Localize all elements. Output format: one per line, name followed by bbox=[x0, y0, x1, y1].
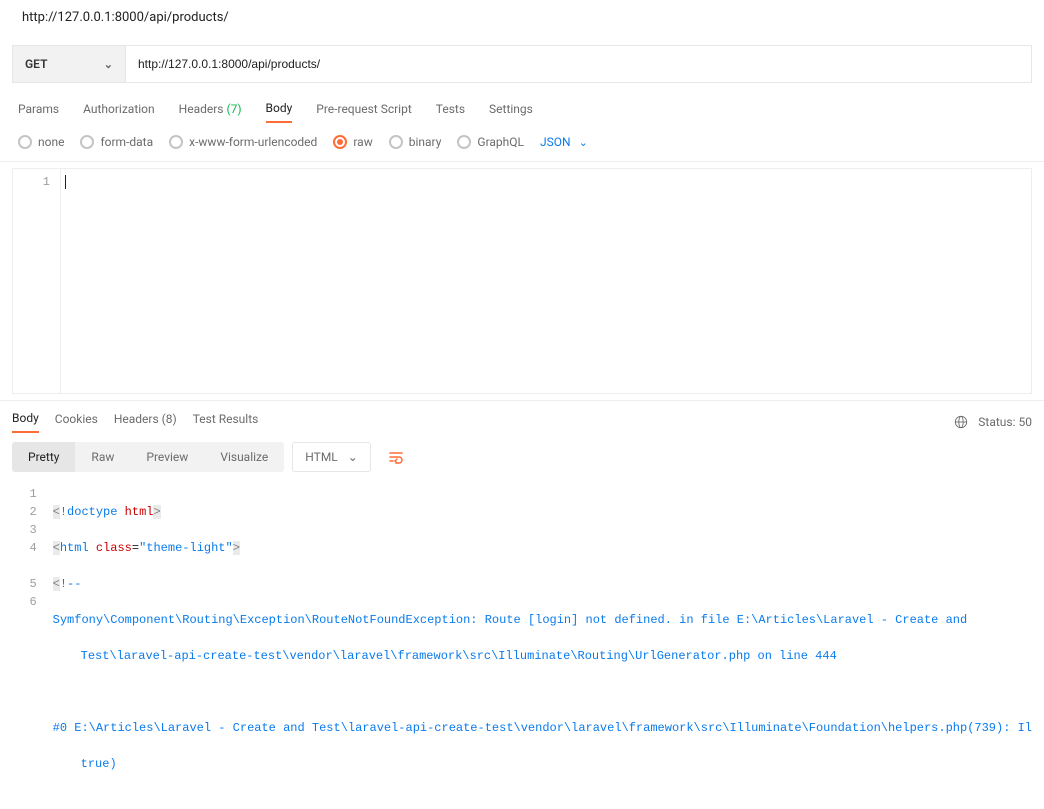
tab-body[interactable]: Body bbox=[266, 101, 293, 123]
radio-raw-label: raw bbox=[353, 135, 372, 149]
response-view-row: Pretty Raw Preview Visualize HTML ⌄ bbox=[0, 433, 1044, 481]
line-number-blank bbox=[12, 557, 37, 575]
line-number: 4 bbox=[12, 539, 37, 557]
method-select[interactable]: GET ⌄ bbox=[12, 45, 126, 83]
response-code[interactable]: <!doctype html> <html class="theme-light… bbox=[49, 481, 1032, 809]
view-pretty[interactable]: Pretty bbox=[12, 442, 75, 472]
tab-prerequest[interactable]: Pre-request Script bbox=[316, 102, 411, 122]
globe-icon[interactable] bbox=[954, 415, 968, 429]
resp-tab-headers[interactable]: Headers (8) bbox=[114, 412, 177, 432]
status-label: Status: 50 bbox=[978, 415, 1032, 429]
view-visualize[interactable]: Visualize bbox=[204, 442, 284, 472]
line-number: 1 bbox=[12, 485, 37, 503]
url-input[interactable] bbox=[126, 45, 1032, 83]
tab-params[interactable]: Params bbox=[18, 102, 59, 122]
radio-graphql[interactable]: GraphQL bbox=[457, 135, 524, 149]
tab-authorization[interactable]: Authorization bbox=[83, 102, 155, 122]
radio-form-data[interactable]: form-data bbox=[80, 135, 153, 149]
raw-type-label: JSON bbox=[540, 135, 571, 149]
tab-headers-label: Headers bbox=[179, 102, 224, 116]
line-number: 3 bbox=[12, 521, 37, 539]
response-tabs: Body Cookies Headers (8) Test Results St… bbox=[0, 400, 1044, 433]
line-number: 1 bbox=[13, 175, 50, 189]
chevron-down-icon: ⌄ bbox=[579, 136, 588, 149]
request-body-editor[interactable]: 1 bbox=[12, 168, 1032, 394]
editor-gutter: 1 bbox=[13, 169, 61, 393]
tab-tests[interactable]: Tests bbox=[436, 102, 465, 122]
tab-settings[interactable]: Settings bbox=[489, 102, 533, 122]
wrap-lines-button[interactable] bbox=[379, 441, 413, 473]
method-label: GET bbox=[25, 57, 47, 71]
radio-xwww-label: x-www-form-urlencoded bbox=[189, 135, 317, 149]
line-number: 2 bbox=[12, 503, 37, 521]
response-format-label: HTML bbox=[305, 450, 338, 464]
raw-type-select[interactable]: JSON ⌄ bbox=[540, 135, 588, 149]
line-number: 6 bbox=[12, 593, 37, 611]
response-body-editor[interactable]: 1 2 3 4 5 6 <!doctype html> <html class=… bbox=[12, 481, 1032, 809]
view-segmented: Pretty Raw Preview Visualize bbox=[12, 442, 284, 472]
radio-none[interactable]: none bbox=[18, 135, 64, 149]
resp-tab-cookies[interactable]: Cookies bbox=[55, 412, 98, 432]
request-bar: GET ⌄ bbox=[0, 35, 1044, 93]
resp-headers-count: (8) bbox=[162, 412, 177, 426]
response-format-select[interactable]: HTML ⌄ bbox=[292, 442, 371, 472]
radio-graphql-label: GraphQL bbox=[477, 135, 524, 149]
editor-code[interactable] bbox=[61, 169, 1031, 393]
request-title: http://127.0.0.1:8000/api/products/ bbox=[0, 0, 1044, 35]
radio-binary-label: binary bbox=[409, 135, 442, 149]
radio-none-label: none bbox=[38, 135, 64, 149]
headers-count: (7) bbox=[226, 102, 241, 116]
response-gutter: 1 2 3 4 5 6 bbox=[12, 481, 49, 809]
request-tabs: Params Authorization Headers (7) Body Pr… bbox=[0, 93, 1044, 123]
body-type-row: none form-data x-www-form-urlencoded raw… bbox=[0, 123, 1044, 162]
chevron-down-icon: ⌄ bbox=[348, 450, 358, 464]
radio-raw[interactable]: raw bbox=[333, 135, 372, 149]
tab-headers[interactable]: Headers (7) bbox=[179, 102, 242, 122]
text-cursor bbox=[65, 175, 66, 189]
radio-xwww[interactable]: x-www-form-urlencoded bbox=[169, 135, 317, 149]
resp-tab-body[interactable]: Body bbox=[12, 411, 39, 433]
chevron-down-icon: ⌄ bbox=[104, 58, 113, 71]
resp-tab-test-results[interactable]: Test Results bbox=[193, 412, 259, 432]
resp-tab-headers-label: Headers bbox=[114, 412, 159, 426]
line-number: 5 bbox=[12, 575, 37, 593]
radio-binary[interactable]: binary bbox=[389, 135, 442, 149]
view-raw[interactable]: Raw bbox=[75, 442, 130, 472]
radio-form-data-label: form-data bbox=[100, 135, 153, 149]
view-preview[interactable]: Preview bbox=[130, 442, 204, 472]
